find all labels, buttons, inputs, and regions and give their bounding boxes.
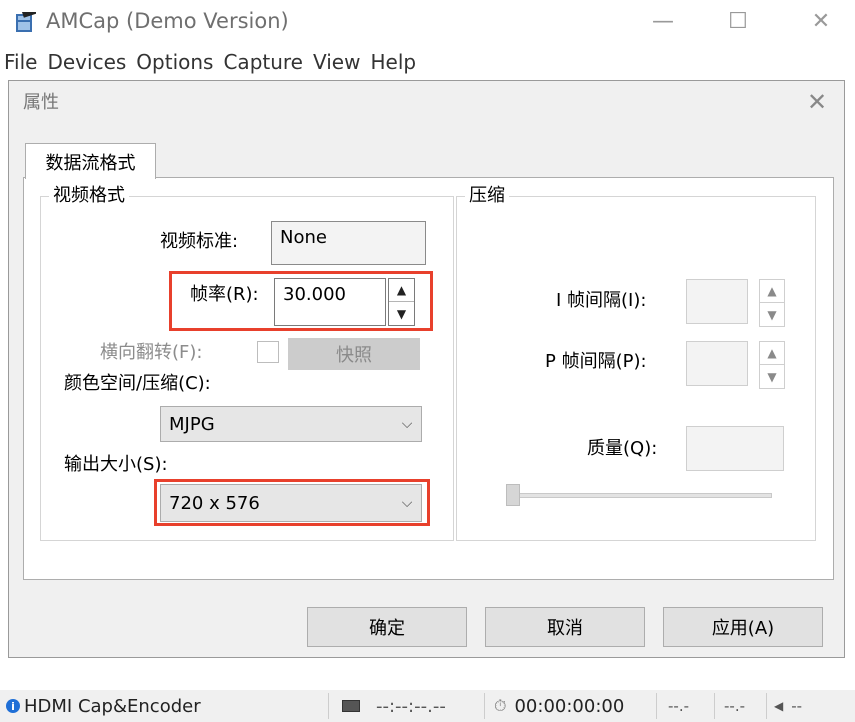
timecode-value: --:--:--.-- <box>376 695 446 717</box>
tab-stream-format[interactable]: 数据流格式 <box>25 143 156 179</box>
dialog-title: 属性 <box>23 92 59 113</box>
window-title: AMCap (Demo Version) <box>46 9 289 33</box>
video-standard-field: None <box>271 221 426 265</box>
stopwatch-icon: ⏱ <box>494 696 507 715</box>
spin-up-icon[interactable]: ▲ <box>389 279 414 302</box>
colorspace-dropdown[interactable]: MJPG ⌵ <box>160 406 422 442</box>
minimize-icon: — <box>652 8 674 34</box>
close-window-button[interactable]: ✕ <box>795 0 847 42</box>
field1-status: --.- <box>668 697 690 715</box>
snapshot-button[interactable]: 快照 <box>288 338 420 370</box>
ok-button[interactable]: 确定 <box>307 607 467 647</box>
menu-view[interactable]: View <box>313 47 360 77</box>
apply-button[interactable]: 应用(A) <box>663 607 823 647</box>
title-bar: AMCap (Demo Version) — ☐ ✕ <box>0 0 855 44</box>
spin-down-icon[interactable]: ▼ <box>760 365 784 388</box>
speaker-icon: ◀ <box>774 699 784 713</box>
chevron-down-icon: ⌵ <box>401 416 413 432</box>
maximize-button[interactable]: ☐ <box>712 0 764 42</box>
menu-options[interactable]: Options <box>136 47 213 77</box>
cancel-button[interactable]: 取消 <box>485 607 645 647</box>
colorspace-label: 颜色空间/压缩(C): <box>64 373 211 394</box>
framerate-spinner[interactable]: ▲ ▼ <box>388 278 415 326</box>
tab-panel: 视频格式 视频标准: None 帧率(R): 30.000 ▲ ▼ 横向翻转(F… <box>23 177 834 580</box>
output-size-dropdown[interactable]: 720 x 576 ⌵ <box>160 484 422 522</box>
output-size-label: 输出大小(S): <box>64 454 168 475</box>
timecode-status: --:--:--.-- <box>342 690 446 722</box>
status-bar: i HDMI Cap&Encoder --:--:--.-- ⏱ 00:00:0… <box>0 690 855 722</box>
chevron-down-icon: ⌵ <box>401 495 413 511</box>
flip-checkbox[interactable] <box>257 341 279 363</box>
elapsed-status: ⏱ 00:00:00:00 <box>494 690 624 722</box>
spin-down-icon[interactable]: ▼ <box>760 303 784 326</box>
maximize-icon: ☐ <box>728 8 748 34</box>
p-frame-interval-spinner[interactable]: ▲ ▼ <box>759 341 785 389</box>
colorspace-value: MJPG <box>169 413 215 435</box>
quality-label: 质量(Q): <box>587 438 658 459</box>
field2-status: --.- <box>724 697 746 715</box>
spin-up-icon[interactable]: ▲ <box>760 280 784 303</box>
status-separator <box>766 693 767 719</box>
properties-dialog: 属性 ✕ 数据流格式 视频格式 视频标准: None 帧率(R): 30.000… <box>8 80 845 658</box>
audio-value: -- <box>791 697 803 715</box>
menu-bar: File Devices Options Capture View Help <box>0 45 855 79</box>
p-frame-interval-input[interactable] <box>686 341 748 386</box>
status-separator <box>656 693 657 719</box>
elapsed-value: 00:00:00:00 <box>514 695 625 717</box>
i-frame-interval-spinner[interactable]: ▲ ▼ <box>759 279 785 327</box>
flip-label: 横向翻转(F): <box>100 342 203 363</box>
quality-input[interactable] <box>686 426 784 471</box>
video-format-group-title: 视频格式 <box>49 185 129 207</box>
status-separator <box>328 693 329 719</box>
p-frame-interval-label: P 帧间隔(P): <box>545 351 647 372</box>
close-icon: ✕ <box>806 88 828 116</box>
menu-capture[interactable]: Capture <box>223 47 303 77</box>
menu-help[interactable]: Help <box>370 47 416 77</box>
info-icon: i <box>6 699 20 713</box>
quality-slider-thumb[interactable] <box>506 484 520 506</box>
close-icon: ✕ <box>811 8 831 34</box>
i-frame-interval-input[interactable] <box>686 279 748 324</box>
dialog-close-button[interactable]: ✕ <box>800 87 834 117</box>
output-size-value: 720 x 576 <box>169 492 260 514</box>
film-icon <box>342 700 360 712</box>
framerate-label: 帧率(R): <box>190 284 259 305</box>
framerate-input[interactable]: 30.000 <box>274 278 386 326</box>
spin-down-icon[interactable]: ▼ <box>389 302 414 325</box>
video-standard-label: 视频标准: <box>160 231 239 252</box>
device-status: i HDMI Cap&Encoder <box>6 690 201 722</box>
status-separator <box>714 693 715 719</box>
spin-up-icon[interactable]: ▲ <box>760 342 784 365</box>
compression-group-title: 压缩 <box>465 185 509 207</box>
menu-devices[interactable]: Devices <box>47 47 126 77</box>
quality-slider-track[interactable] <box>506 493 772 498</box>
minimize-button[interactable]: — <box>637 0 689 42</box>
device-name: HDMI Cap&Encoder <box>24 695 201 717</box>
audio-status: ◀ -- <box>774 690 802 722</box>
menu-file[interactable]: File <box>4 47 37 77</box>
i-frame-interval-label: I 帧间隔(I): <box>556 290 647 311</box>
amcap-app-icon <box>14 7 38 34</box>
status-separator <box>484 693 485 719</box>
